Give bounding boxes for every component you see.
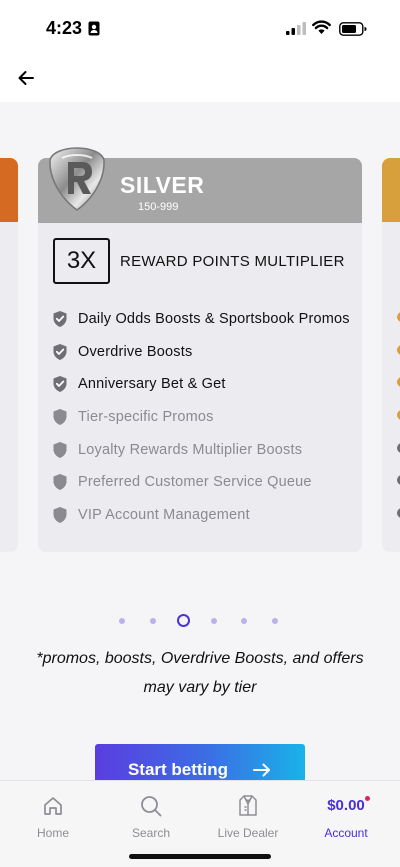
benefit-item: Tier-specific Promos xyxy=(52,406,357,428)
account-balance-value: $0.00 xyxy=(327,793,370,819)
tier-card-previous-band xyxy=(0,158,18,222)
tab-live-dealer[interactable]: Live Dealer xyxy=(203,793,293,843)
pager-dot[interactable] xyxy=(211,618,217,624)
carousel-pager xyxy=(0,612,400,632)
tier-points-range: 150-999 xyxy=(138,201,179,213)
shield-check-icon xyxy=(53,344,67,360)
benefit-label: Preferred Customer Service Queue xyxy=(78,474,312,490)
multiplier-label: REWARD POINTS MULTIPLIER xyxy=(120,253,345,270)
shield-icon xyxy=(53,474,67,490)
tab-label: Account xyxy=(324,826,368,840)
pager-dot[interactable] xyxy=(241,618,247,624)
cellular-signal-icon xyxy=(286,22,306,40)
benefit-label: Anniversary Bet & Get xyxy=(78,376,226,392)
benefit-item: VIP Account Management xyxy=(52,504,357,526)
shield-icon xyxy=(53,507,67,523)
notification-dot-icon xyxy=(364,796,370,801)
benefit-item: Anniversary Bet & Get xyxy=(52,373,357,395)
balance-amount: $0.00 xyxy=(327,797,365,814)
benefit-label: Loyalty Rewards Multiplier Boosts xyxy=(78,442,303,458)
shield-check-icon xyxy=(53,311,67,327)
shield-icon xyxy=(53,442,67,458)
tier-card-silver[interactable]: SILVER 150-999 3X REWARD POINTS MULTIPLI… xyxy=(38,147,362,552)
benefit-label: Daily Odds Boosts & Sportsbook Promos xyxy=(78,311,350,327)
tier-card-band: SILVER 150-999 xyxy=(38,147,362,223)
tier-card-previous[interactable] xyxy=(0,158,18,552)
tier-carousel-section: SILVER 150-999 3X REWARD POINTS MULTIPLI… xyxy=(0,102,400,780)
silver-tier-logo-icon xyxy=(48,146,106,217)
id-card-icon xyxy=(88,21,100,41)
status-time: 4:23 xyxy=(46,18,83,38)
back-arrow-icon xyxy=(18,71,34,85)
tier-card-next[interactable] xyxy=(382,158,400,552)
benefit-item: Loyalty Rewards Multiplier Boosts xyxy=(52,439,357,461)
wifi-icon xyxy=(312,20,331,40)
pager-dot[interactable] xyxy=(272,618,278,624)
benefit-item: Overdrive Boosts xyxy=(52,341,357,363)
benefit-item: Preferred Customer Service Queue xyxy=(52,471,357,493)
benefit-item: Daily Odds Boosts & Sportsbook Promos xyxy=(52,308,357,330)
benefit-label: Overdrive Boosts xyxy=(78,344,193,360)
battery-icon xyxy=(339,22,367,41)
back-button[interactable] xyxy=(12,64,40,92)
arrow-right-icon xyxy=(253,763,271,777)
tab-label: Search xyxy=(131,826,171,840)
home-icon xyxy=(42,793,64,819)
tier-card-next-band xyxy=(382,158,400,222)
start-betting-label: Start betting xyxy=(127,760,229,779)
account-balance: $0.00 xyxy=(327,793,370,819)
multiplier-badge: 3X xyxy=(53,238,110,284)
status-bar: 4:23 xyxy=(0,0,400,58)
pager-dot[interactable] xyxy=(150,618,156,624)
dealer-jacket-icon xyxy=(236,793,260,819)
pager-dot-current[interactable] xyxy=(177,614,190,627)
pager-dot[interactable] xyxy=(119,618,125,624)
benefit-label: Tier-specific Promos xyxy=(78,409,214,425)
shield-check-icon xyxy=(53,376,67,392)
tab-home[interactable]: Home xyxy=(8,793,98,843)
benefit-label: VIP Account Management xyxy=(78,507,250,523)
tier-name: SILVER xyxy=(120,172,205,198)
tab-account[interactable]: $0.00 Account xyxy=(301,793,391,843)
start-betting-button[interactable]: Start betting xyxy=(95,744,305,780)
shield-icon xyxy=(53,409,67,425)
tab-label: Home xyxy=(36,826,69,840)
tab-search[interactable]: Search xyxy=(106,793,196,843)
tier-disclaimer: *promos, boosts, Overdrive Boosts, and o… xyxy=(36,650,364,696)
tab-label: Live Dealer xyxy=(217,826,279,840)
nav-header xyxy=(0,58,400,102)
search-icon xyxy=(139,793,163,819)
home-indicator xyxy=(129,854,271,859)
